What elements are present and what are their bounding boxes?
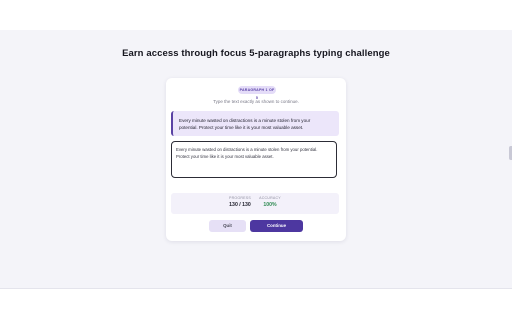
accuracy-value: 100% <box>263 202 277 208</box>
accuracy-stat: ACCURACY 100% <box>255 196 285 208</box>
accuracy-label: ACCURACY <box>259 196 281 200</box>
typing-input[interactable]: Every minute wasted on distractions is a… <box>171 141 337 178</box>
target-paragraph: Every minute wasted on distractions is a… <box>171 111 339 136</box>
paragraph-counter-badge: PARAGRAPH 1 OF 5 <box>238 86 276 100</box>
progress-value: 130 / 130 <box>229 202 251 208</box>
instruction-text: Type the text exactly as shown to contin… <box>213 99 299 104</box>
typing-input-value[interactable]: Every minute wasted on distractions is a… <box>176 146 332 160</box>
quit-button[interactable]: Quit <box>209 220 246 232</box>
target-paragraph-text: Every minute wasted on distractions is a… <box>179 118 311 130</box>
page-title: Earn access through focus 5-paragraphs t… <box>122 48 390 59</box>
progress-label: PROGRESS <box>229 196 251 200</box>
progress-stat: PROGRESS 130 / 130 <box>225 196 255 208</box>
continue-button[interactable]: Continue <box>250 220 303 232</box>
top-bar <box>0 0 512 30</box>
typing-challenge-card: PARAGRAPH 1 OF 5 Type the text exactly a… <box>166 78 346 241</box>
bottom-bar <box>0 288 512 321</box>
stats-bar: PROGRESS 130 / 130 ACCURACY 100% <box>171 193 339 214</box>
